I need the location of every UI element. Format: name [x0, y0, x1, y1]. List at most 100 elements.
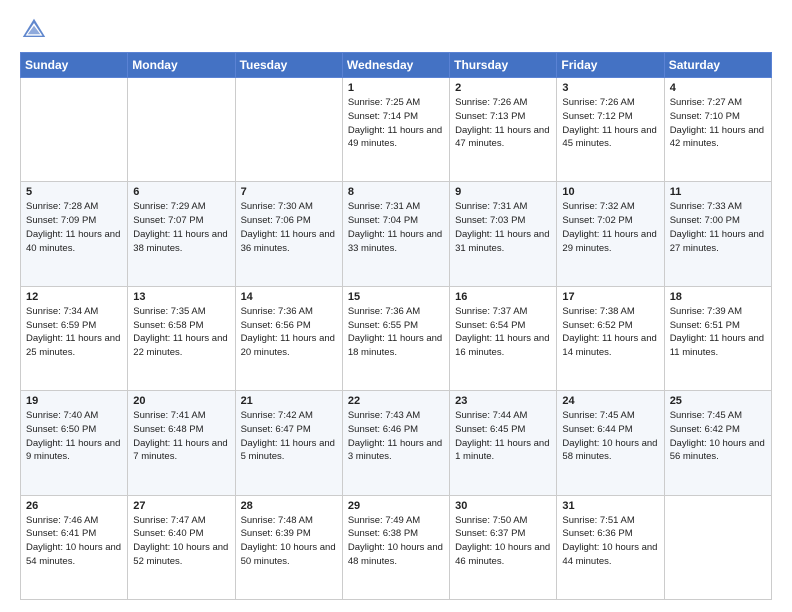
day-number: 21 [241, 395, 337, 407]
week-row-4: 19 Sunrise: 7:40 AM Sunset: 6:50 PM Dayli… [21, 391, 772, 495]
day-info: Sunrise: 7:26 AM Sunset: 7:13 PM Dayligh… [455, 96, 551, 151]
day-number: 13 [133, 291, 229, 303]
day-number: 16 [455, 291, 551, 303]
day-number: 7 [241, 186, 337, 198]
calendar-cell: 17Sunrise: 7:38 AM Sunset: 6:52 PM Dayli… [557, 286, 664, 390]
calendar-cell: 16Sunrise: 7:37 AM Sunset: 6:54 PM Dayli… [450, 286, 557, 390]
calendar-cell: 21 Sunrise: 7:42 AM Sunset: 6:47 PM Dayli… [235, 391, 342, 495]
day-number: 23 [455, 395, 551, 407]
day-info: Sunrise: 7:29 AM Sunset: 7:07 PM Dayligh… [133, 200, 229, 255]
day-header-saturday: Saturday [664, 53, 771, 78]
day-info: Sunrise: 7:26 AM Sunset: 7:12 PM Dayligh… [562, 96, 658, 151]
calendar-cell: 14 Sunrise: 7:36 AM Sunset: 6:56 PM Dayli… [235, 286, 342, 390]
day-number: 31 [562, 500, 658, 512]
calendar-cell: 8Sunrise: 7:31 AM Sunset: 7:04 PM Daylig… [342, 182, 449, 286]
day-info: Sunrise: 7:28 AM Sunset: 7:09 PM Dayligh… [26, 200, 122, 255]
day-info: Sunrise: 7:34 AM Sunset: 6:59 PM Dayligh… [26, 305, 122, 360]
day-info: Sunrise: 7:46 AM Sunset: 6:41 PM Dayligh… [26, 514, 122, 569]
day-info: Sunrise: 7:42 AM Sunset: 6:47 PM Dayligh… [241, 409, 337, 464]
day-number: 24 [562, 395, 658, 407]
day-info: Sunrise: 7:36 AM Sunset: 6:56 PM Dayligh… [241, 305, 337, 360]
day-info: Sunrise: 7:44 AM Sunset: 6:45 PM Dayligh… [455, 409, 551, 464]
day-number: 2 [455, 82, 551, 94]
day-number: 28 [241, 500, 337, 512]
calendar-cell: 1Sunrise: 7:25 AM Sunset: 7:14 PM Daylig… [342, 78, 449, 182]
day-number: 30 [455, 500, 551, 512]
calendar-cell [21, 78, 128, 182]
day-info: Sunrise: 7:33 AM Sunset: 7:00 PM Dayligh… [670, 200, 766, 255]
calendar-cell: 29 Sunrise: 7:49 AM Sunset: 6:38 PM Dayli… [342, 495, 449, 599]
day-info: Sunrise: 7:39 AM Sunset: 6:51 PM Dayligh… [670, 305, 766, 360]
day-number: 19 [26, 395, 122, 407]
calendar-cell [235, 78, 342, 182]
day-header-friday: Friday [557, 53, 664, 78]
day-header-wednesday: Wednesday [342, 53, 449, 78]
day-info: Sunrise: 7:40 AM Sunset: 6:50 PM Dayligh… [26, 409, 122, 464]
day-number: 20 [133, 395, 229, 407]
day-header-tuesday: Tuesday [235, 53, 342, 78]
day-header-monday: Monday [128, 53, 235, 78]
calendar-cell: 9Sunrise: 7:31 AM Sunset: 7:03 PM Daylig… [450, 182, 557, 286]
day-info: Sunrise: 7:32 AM Sunset: 7:02 PM Dayligh… [562, 200, 658, 255]
calendar-cell: 3 Sunrise: 7:26 AM Sunset: 7:12 PM Daylig… [557, 78, 664, 182]
calendar-cell: 2 Sunrise: 7:26 AM Sunset: 7:13 PM Daylig… [450, 78, 557, 182]
day-info: Sunrise: 7:49 AM Sunset: 6:38 PM Dayligh… [348, 514, 444, 569]
calendar-cell [128, 78, 235, 182]
calendar-cell: 26 Sunrise: 7:46 AM Sunset: 6:41 PM Dayli… [21, 495, 128, 599]
calendar-cell: 27Sunrise: 7:47 AM Sunset: 6:40 PM Dayli… [128, 495, 235, 599]
week-row-3: 12 Sunrise: 7:34 AM Sunset: 6:59 PM Dayli… [21, 286, 772, 390]
calendar-cell: 4 Sunrise: 7:27 AM Sunset: 7:10 PM Daylig… [664, 78, 771, 182]
calendar-cell: 18 Sunrise: 7:39 AM Sunset: 6:51 PM Dayli… [664, 286, 771, 390]
calendar-cell: 10 Sunrise: 7:32 AM Sunset: 7:02 PM Dayli… [557, 182, 664, 286]
day-number: 18 [670, 291, 766, 303]
day-info: Sunrise: 7:48 AM Sunset: 6:39 PM Dayligh… [241, 514, 337, 569]
calendar-cell [664, 495, 771, 599]
day-number: 4 [670, 82, 766, 94]
calendar-cell: 28 Sunrise: 7:48 AM Sunset: 6:39 PM Dayli… [235, 495, 342, 599]
week-row-1: 1Sunrise: 7:25 AM Sunset: 7:14 PM Daylig… [21, 78, 772, 182]
day-number: 17 [562, 291, 658, 303]
calendar-cell: 25Sunrise: 7:45 AM Sunset: 6:42 PM Dayli… [664, 391, 771, 495]
day-info: Sunrise: 7:36 AM Sunset: 6:55 PM Dayligh… [348, 305, 444, 360]
day-info: Sunrise: 7:51 AM Sunset: 6:36 PM Dayligh… [562, 514, 658, 569]
day-header-sunday: Sunday [21, 53, 128, 78]
logo [20, 16, 52, 44]
week-row-5: 26 Sunrise: 7:46 AM Sunset: 6:41 PM Dayli… [21, 495, 772, 599]
calendar-cell: 23 Sunrise: 7:44 AM Sunset: 6:45 PM Dayli… [450, 391, 557, 495]
day-number: 26 [26, 500, 122, 512]
day-info: Sunrise: 7:27 AM Sunset: 7:10 PM Dayligh… [670, 96, 766, 151]
day-number: 5 [26, 186, 122, 198]
day-info: Sunrise: 7:25 AM Sunset: 7:14 PM Dayligh… [348, 96, 444, 151]
calendar-cell: 19 Sunrise: 7:40 AM Sunset: 6:50 PM Dayli… [21, 391, 128, 495]
calendar-cell: 6 Sunrise: 7:29 AM Sunset: 7:07 PM Daylig… [128, 182, 235, 286]
day-info: Sunrise: 7:45 AM Sunset: 6:44 PM Dayligh… [562, 409, 658, 464]
day-info: Sunrise: 7:50 AM Sunset: 6:37 PM Dayligh… [455, 514, 551, 569]
calendar-cell: 13 Sunrise: 7:35 AM Sunset: 6:58 PM Dayli… [128, 286, 235, 390]
header [20, 16, 772, 44]
logo-icon [20, 16, 48, 44]
day-number: 3 [562, 82, 658, 94]
calendar-header-row: SundayMondayTuesdayWednesdayThursdayFrid… [21, 53, 772, 78]
day-info: Sunrise: 7:35 AM Sunset: 6:58 PM Dayligh… [133, 305, 229, 360]
day-number: 10 [562, 186, 658, 198]
calendar-table: SundayMondayTuesdayWednesdayThursdayFrid… [20, 52, 772, 600]
calendar-cell: 5 Sunrise: 7:28 AM Sunset: 7:09 PM Daylig… [21, 182, 128, 286]
calendar-cell: 12 Sunrise: 7:34 AM Sunset: 6:59 PM Dayli… [21, 286, 128, 390]
day-number: 25 [670, 395, 766, 407]
day-number: 12 [26, 291, 122, 303]
day-number: 14 [241, 291, 337, 303]
page: SundayMondayTuesdayWednesdayThursdayFrid… [0, 0, 792, 612]
calendar-cell: 31 Sunrise: 7:51 AM Sunset: 6:36 PM Dayli… [557, 495, 664, 599]
day-info: Sunrise: 7:41 AM Sunset: 6:48 PM Dayligh… [133, 409, 229, 464]
calendar-cell: 22 Sunrise: 7:43 AM Sunset: 6:46 PM Dayli… [342, 391, 449, 495]
day-number: 8 [348, 186, 444, 198]
calendar-body: 1Sunrise: 7:25 AM Sunset: 7:14 PM Daylig… [21, 78, 772, 600]
day-number: 6 [133, 186, 229, 198]
day-number: 22 [348, 395, 444, 407]
day-number: 11 [670, 186, 766, 198]
day-number: 29 [348, 500, 444, 512]
day-info: Sunrise: 7:43 AM Sunset: 6:46 PM Dayligh… [348, 409, 444, 464]
day-number: 15 [348, 291, 444, 303]
day-header-thursday: Thursday [450, 53, 557, 78]
calendar-cell: 11 Sunrise: 7:33 AM Sunset: 7:00 PM Dayli… [664, 182, 771, 286]
